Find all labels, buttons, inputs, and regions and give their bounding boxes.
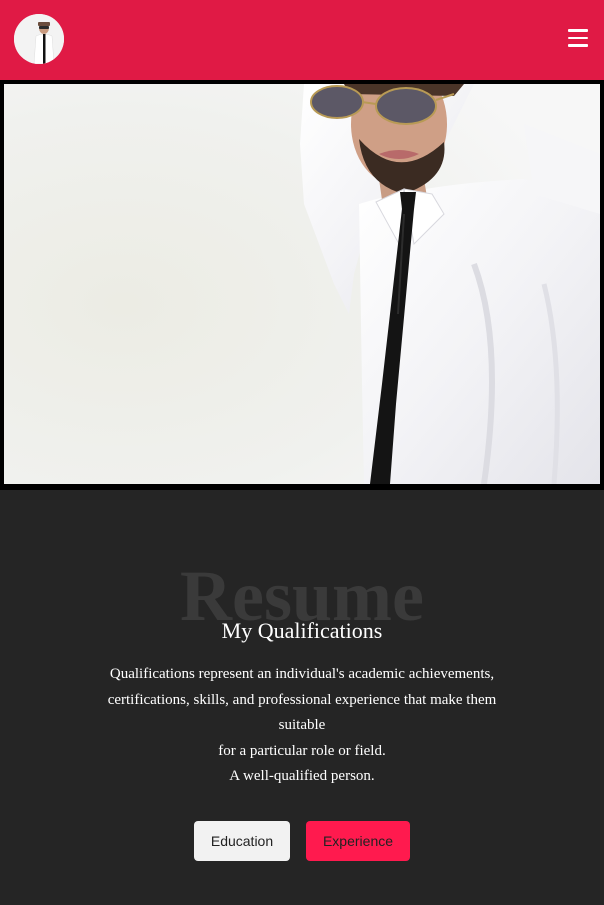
hero-frame [0,80,604,490]
resume-section: Resume My Qualifications Qualifications … [0,490,604,905]
description-line: for a particular role or field. [218,742,386,759]
hero-image [4,84,600,484]
hamburger-menu-icon[interactable] [568,29,588,47]
section-title: My Qualifications [221,618,383,643]
description-line: certifications, skills, and professional… [107,691,497,708]
education-button[interactable]: Education [194,821,290,861]
description-line: Qualifications represent an individual's… [109,666,495,682]
experience-button[interactable]: Experience [306,821,410,861]
description-line: A well-qualified person. [229,768,375,784]
header-bar [0,0,604,80]
profile-photo-icon [14,14,64,64]
avatar[interactable] [14,14,64,64]
section-description: Qualifications represent an individual's… [90,662,514,790]
man-portrait-image [4,84,600,484]
description-line: suitable [278,717,326,733]
